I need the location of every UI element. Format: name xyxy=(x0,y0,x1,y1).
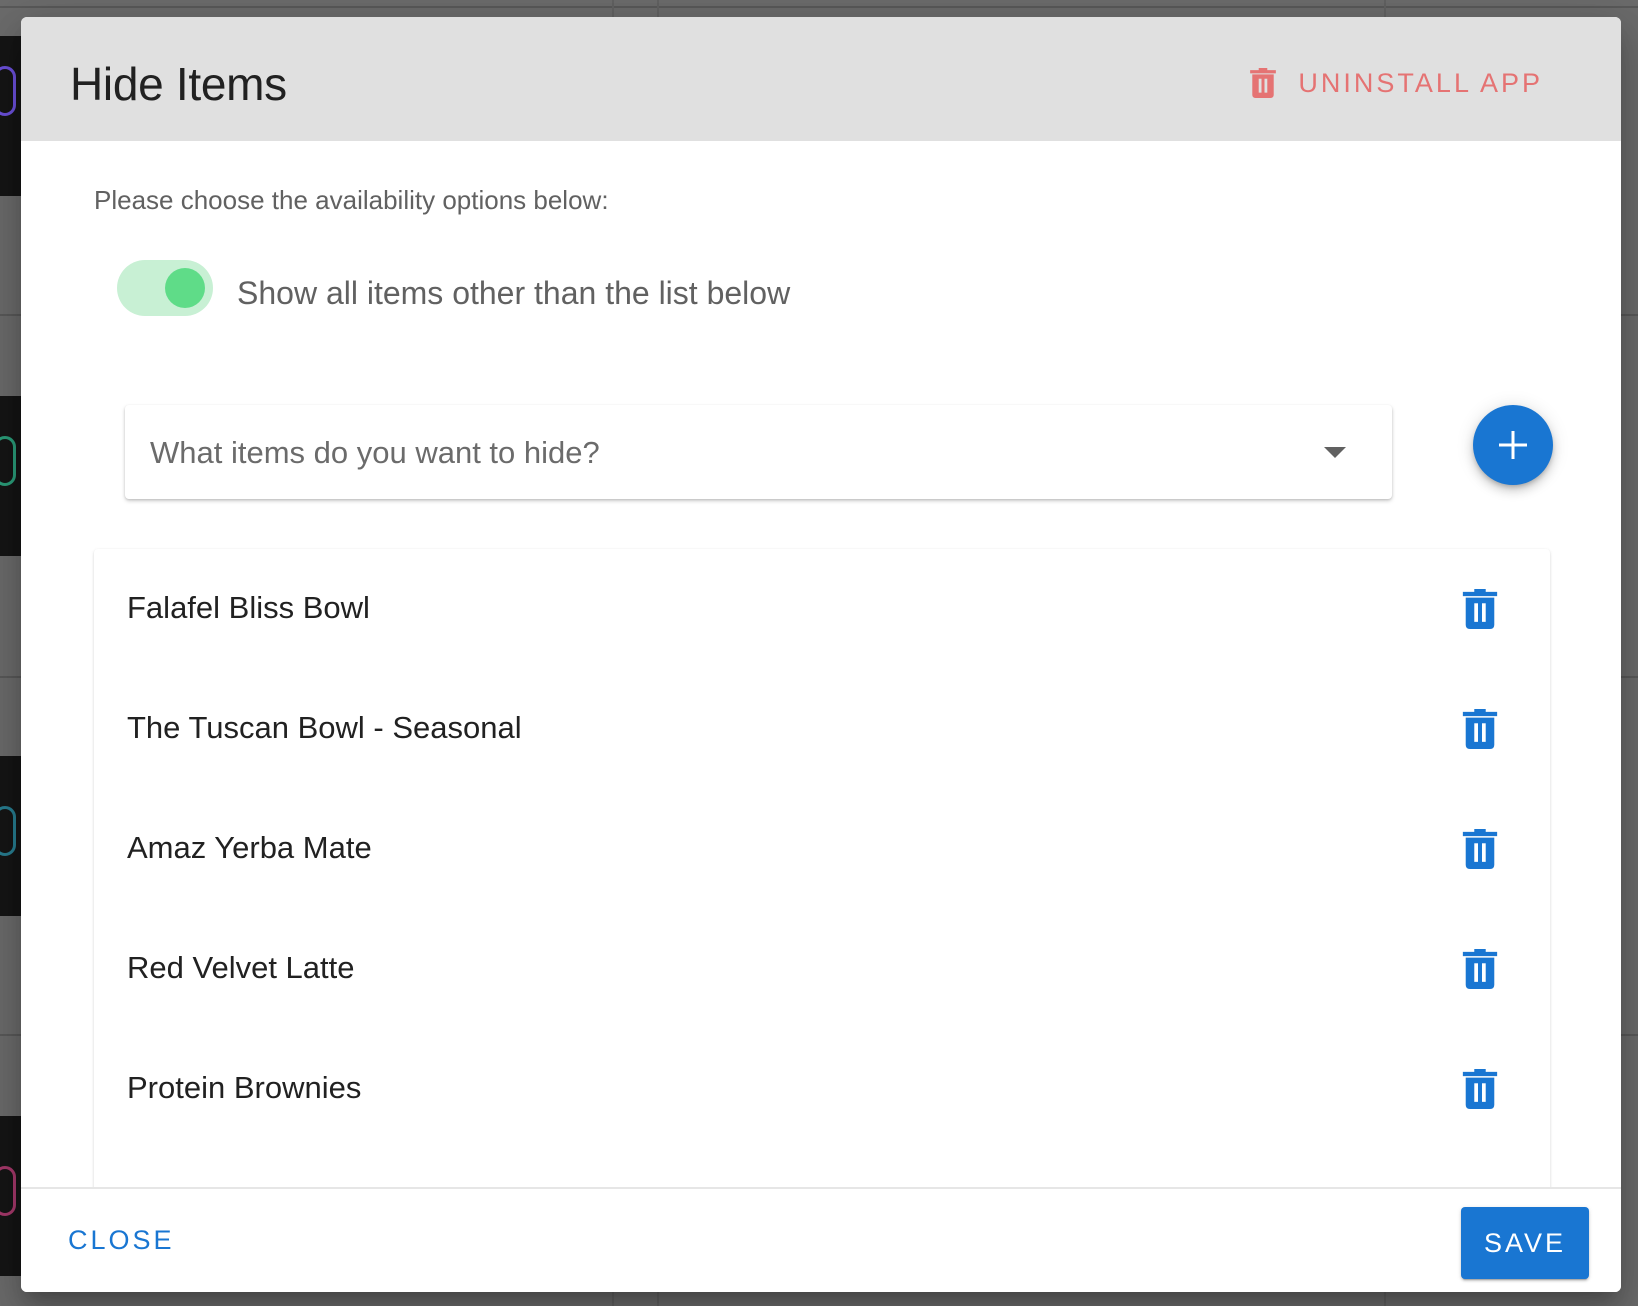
background-thumbnail xyxy=(0,1116,22,1276)
caret-down-icon xyxy=(1324,447,1346,458)
item-name: Falafel Bliss Bowl xyxy=(127,590,370,625)
list-item: The Tuscan Bowl - Seasonal xyxy=(94,669,1550,789)
item-name: Protein Brownies xyxy=(127,1070,362,1105)
trash-icon[interactable] xyxy=(1462,829,1498,869)
plus-icon xyxy=(1499,431,1527,459)
list-item: Amaz Yerba Mate xyxy=(94,789,1550,909)
hide-items-dialog: Hide Items UNINSTALL APP Please choose t… xyxy=(21,17,1621,1292)
save-button[interactable]: SAVE xyxy=(1461,1207,1589,1279)
dialog-footer: CLOSE SAVE xyxy=(21,1187,1621,1292)
toggle-thumb xyxy=(165,268,205,308)
list-item: Red Velvet Latte xyxy=(94,909,1550,1029)
show-all-items-toggle-label: Show all items other than the list below xyxy=(237,275,791,311)
item-name: Amaz Yerba Mate xyxy=(127,830,372,865)
uninstall-app-label: UNINSTALL APP xyxy=(1298,67,1543,98)
trash-icon[interactable] xyxy=(1462,949,1498,989)
background-divider xyxy=(0,6,1638,8)
list-item: Protein Brownies xyxy=(94,1029,1550,1149)
hide-items-select-placeholder: What items do you want to hide? xyxy=(150,435,600,470)
availability-instructions: Please choose the availability options b… xyxy=(94,185,609,215)
item-name: The Tuscan Bowl - Seasonal xyxy=(127,710,522,745)
trash-icon xyxy=(1250,68,1277,98)
background-thumbnail xyxy=(0,756,22,916)
trash-icon[interactable] xyxy=(1462,589,1498,629)
dialog-header: Hide Items UNINSTALL APP xyxy=(21,17,1621,141)
close-button[interactable]: CLOSE xyxy=(68,1225,175,1256)
dialog-title: Hide Items xyxy=(70,58,287,110)
list-item: Falafel Bliss Bowl xyxy=(94,549,1550,669)
trash-icon[interactable] xyxy=(1462,1069,1498,1109)
hidden-items-list: Falafel Bliss Bowl The Tuscan Bowl - Sea… xyxy=(94,549,1550,1209)
add-item-button[interactable] xyxy=(1473,405,1553,485)
hide-items-select[interactable]: What items do you want to hide? xyxy=(125,405,1392,499)
background-thumbnail xyxy=(0,396,22,556)
trash-icon[interactable] xyxy=(1462,709,1498,749)
show-all-items-toggle[interactable] xyxy=(117,260,213,316)
background-thumbnail xyxy=(0,36,22,196)
uninstall-app-button[interactable]: UNINSTALL APP xyxy=(1250,63,1543,103)
item-name: Red Velvet Latte xyxy=(127,950,355,985)
